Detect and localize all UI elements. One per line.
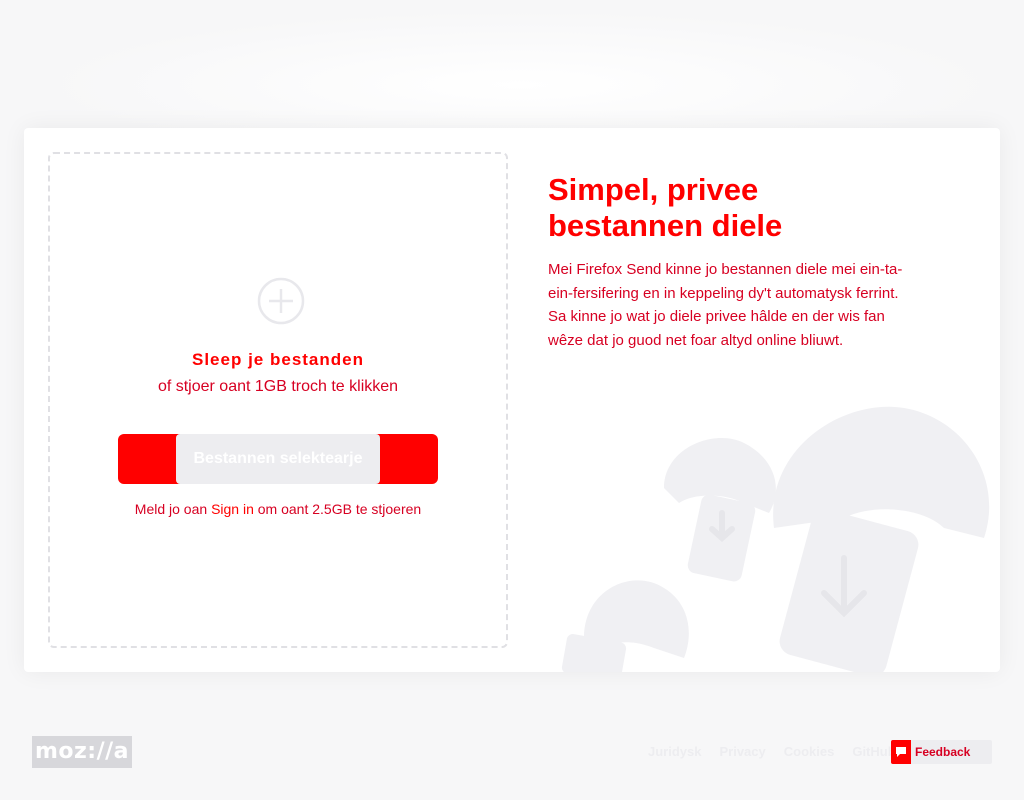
footer-link-legal[interactable]: Juridysk	[648, 744, 701, 759]
intro-title-line2: bestannen diele	[548, 208, 783, 243]
signin-suffix: om oant 2.5GB te stjoeren	[257, 501, 422, 517]
chat-icon	[891, 740, 911, 764]
intro-panel: Simpel, privee bestannen diele Mei Firef…	[548, 172, 908, 352]
signin-link[interactable]: Sign in	[211, 501, 254, 517]
plus-icon	[257, 277, 305, 325]
mozilla-logo[interactable]: moz://a	[32, 736, 132, 768]
feedback-label: Feedback	[915, 745, 971, 759]
page-footer: moz://a Juridysk Privacy Cookies GitHub …	[0, 720, 1024, 784]
footer-links: Juridysk Privacy Cookies GitHub	[648, 744, 896, 759]
upload-dropzone[interactable]: Sleep je bestanden of stjoer oant 1GB tr…	[48, 152, 508, 648]
signin-hint: Meld jo oan Sign in om oant 2.5GB te stj…	[50, 501, 506, 517]
intro-title-line1: Simpel, privee	[548, 172, 759, 207]
upload-card: Sleep je bestanden of stjoer oant 1GB tr…	[24, 128, 1000, 672]
select-files-label: Bestannen selektearje	[193, 450, 363, 467]
signin-prefix: Meld jo oan	[134, 501, 208, 517]
intro-description: Mei Firefox Send kinne jo bestannen diel…	[548, 261, 903, 349]
footer-link-github[interactable]: GitHub	[852, 744, 895, 759]
intro-title: Simpel, privee bestannen diele	[548, 172, 908, 244]
dropzone-subtitle: of stjoer oant 1GB troch te klikken	[157, 378, 399, 395]
parachute-illustration	[561, 406, 990, 672]
footer-link-privacy[interactable]: Privacy	[719, 744, 765, 759]
feedback-button[interactable]: Feedback	[891, 740, 992, 764]
dropzone-title: Sleep je bestanden	[192, 350, 364, 369]
select-files-button[interactable]: Bestannen selektearje	[118, 434, 438, 484]
footer-link-cookies[interactable]: Cookies	[784, 744, 835, 759]
